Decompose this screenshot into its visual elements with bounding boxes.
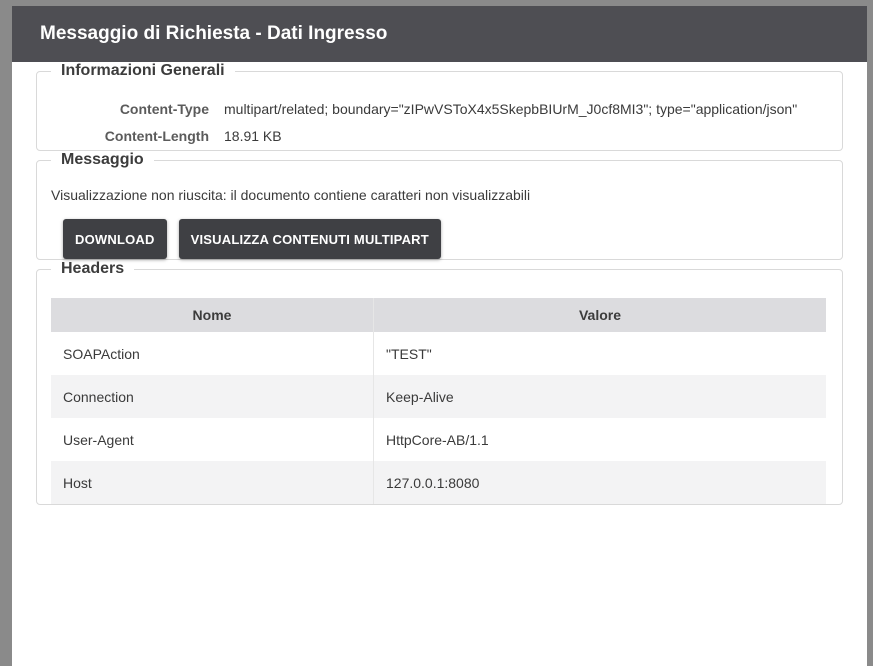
download-button[interactable]: DOWNLOAD: [63, 219, 167, 259]
table-row: Connection Keep-Alive: [51, 375, 826, 418]
table-row: Host 127.0.0.1:8080: [51, 461, 826, 504]
message-actions: DOWNLOAD VISUALIZZA CONTENUTI MULTIPART: [51, 219, 828, 259]
table-row: SOAPAction "TEST": [51, 332, 826, 375]
headers-table-header-row: Nome Valore: [51, 298, 826, 332]
content-length-label: Content-Length: [104, 128, 209, 144]
content-type-row: Content-Type multipart/related; boundary…: [51, 96, 828, 123]
content-length-value: 18.91 KB: [224, 128, 282, 144]
dialog-title: Messaggio di Richiesta - Dati Ingresso: [40, 23, 388, 44]
message-legend: Messaggio: [61, 151, 144, 168]
header-name-cell: SOAPAction: [51, 332, 374, 375]
view-multipart-button[interactable]: VISUALIZZA CONTENUTI MULTIPART: [178, 219, 441, 259]
dialog-body[interactable]: Informazioni Generali Content-Type multi…: [12, 62, 867, 505]
header-value-cell: "TEST": [386, 345, 432, 362]
content-length-row: Content-Length 18.91 KB: [51, 123, 828, 150]
header-name-cell: Connection: [51, 375, 374, 418]
headers-section: Headers Nome Valore SOAPAction "TEST" Co…: [36, 260, 843, 505]
column-header-name: Nome: [51, 298, 374, 332]
dialog-header: Messaggio di Richiesta - Dati Ingresso: [12, 6, 867, 62]
table-row: User-Agent HttpCore-AB/1.1: [51, 418, 826, 461]
column-header-value: Valore: [373, 298, 826, 332]
message-status-text: Visualizzazione non riuscita: il documen…: [51, 187, 531, 203]
request-message-dialog: Messaggio di Richiesta - Dati Ingresso I…: [12, 6, 867, 666]
message-section: Messaggio Visualizzazione non riuscita: …: [36, 151, 843, 260]
header-name-cell: User-Agent: [51, 418, 374, 461]
header-value-cell: Keep-Alive: [373, 375, 826, 418]
content-type-label: Content-Type: [119, 101, 209, 117]
content-type-value: multipart/related; boundary="zIPwVSToX4x…: [224, 101, 798, 117]
header-name-cell: Host: [51, 461, 374, 504]
headers-legend: Headers: [61, 260, 125, 277]
header-value-cell: 127.0.0.1:8080: [373, 461, 826, 504]
headers-table: Nome Valore SOAPAction "TEST" Connection…: [51, 298, 826, 504]
general-info-section: Informazioni Generali Content-Type multi…: [36, 62, 843, 151]
header-value-cell: HttpCore-AB/1.1: [386, 431, 489, 448]
general-info-legend: Informazioni Generali: [61, 62, 225, 79]
